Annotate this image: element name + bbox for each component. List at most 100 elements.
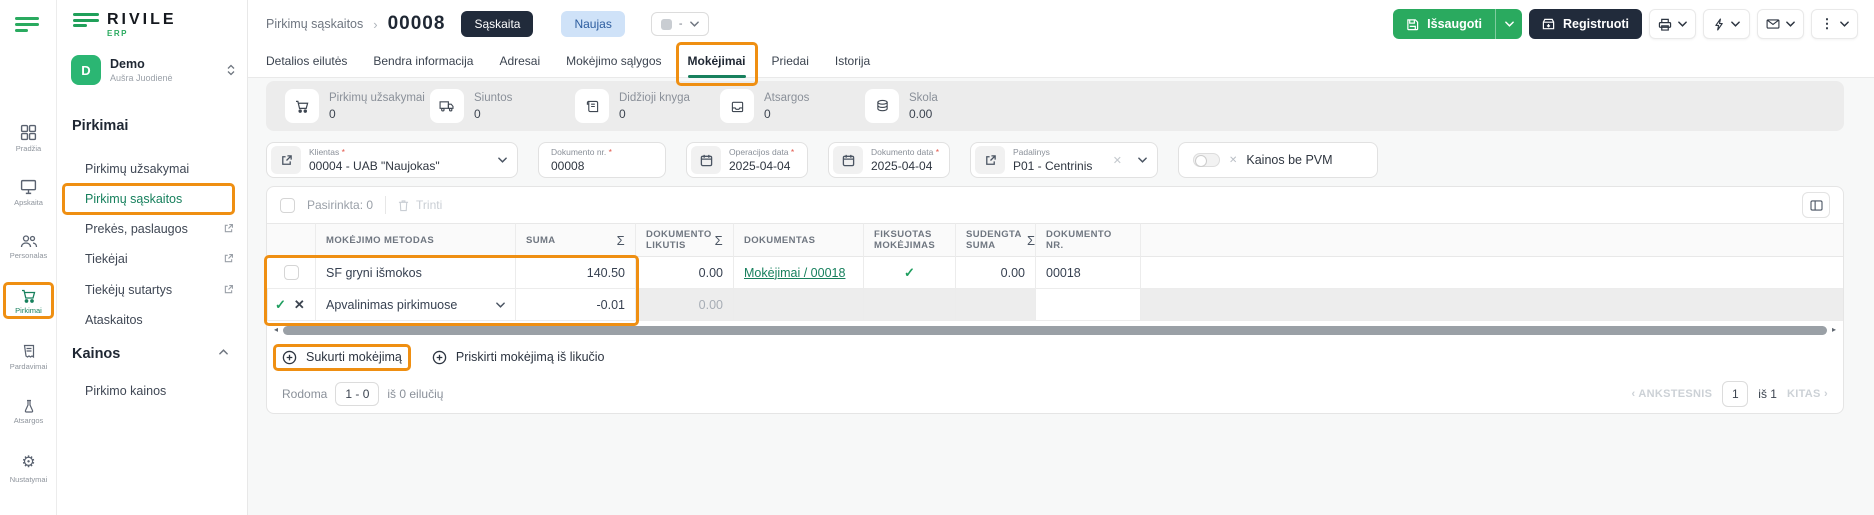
dokumento-data-field[interactable]: Dokumento data * 2025-04-04 [828, 142, 950, 178]
scroll-left-icon[interactable]: ◂ [274, 326, 278, 334]
register-button[interactable]: Registruoti [1529, 9, 1642, 39]
cell-value: -0.01 [596, 297, 626, 312]
tab-priedai[interactable]: Priedai [772, 46, 809, 78]
horizontal-scrollbar[interactable]: ◂ ▸ [267, 321, 1843, 339]
sidebar-item-pirkimu-saskaitos[interactable]: Pirkimų sąskaitos [57, 183, 248, 215]
rail-item-pradzia[interactable]: Pradžia [0, 124, 57, 153]
chevron-down-icon[interactable] [1138, 157, 1147, 163]
range-box: 1 - 0 [335, 382, 380, 406]
klientas-field[interactable]: Klientas * 00004 - UAB "Naujokas" [266, 142, 518, 178]
select-all-checkbox[interactable] [280, 197, 295, 213]
sum-icon[interactable]: Σ [709, 234, 723, 247]
operacijos-data-field[interactable]: Operacijos data * 2025-04-04 [686, 142, 808, 178]
create-payment-button[interactable]: Sukurti mokėjimą [273, 343, 411, 371]
save-dropdown-button[interactable] [1495, 9, 1523, 39]
more-options-dropdown-button[interactable]: ⋮ [1811, 9, 1858, 39]
padalinys-field[interactable]: Padalinys P01 - Centrinis ✕ [970, 142, 1158, 178]
tab-istorija[interactable]: Istorija [835, 46, 870, 78]
cancel-icon[interactable]: ✕ [294, 297, 305, 313]
scrollbar-thumb[interactable] [283, 325, 1827, 335]
stat-skola[interactable]: Skola 0.00 [865, 89, 938, 123]
nav-section-kainos[interactable]: Kainos [72, 346, 248, 362]
header-dokumentas[interactable]: DOKUMENTAS [733, 223, 863, 257]
kainos-be-pvm-toggle-card[interactable]: ✕ Kainos be PVM [1178, 142, 1378, 178]
header-mokejimo-metodas[interactable]: MOKĖJIMO METODAS [315, 223, 515, 257]
status-badge[interactable]: Naujas [561, 11, 625, 37]
tab-adresai[interactable]: Adresai [499, 46, 540, 78]
delete-button[interactable]: Trinti [398, 198, 442, 212]
cell-metodas[interactable]: SF gryni išmokos [315, 257, 515, 289]
save-button[interactable]: Išsaugoti [1393, 9, 1496, 39]
cell-fiksuotas[interactable]: ✓ [863, 257, 955, 289]
scroll-right-icon[interactable]: ▸ [1832, 326, 1836, 334]
header-dokumento-nr[interactable]: DOKUMENTO NR. [1035, 223, 1140, 257]
email-dropdown-button[interactable] [1757, 9, 1804, 39]
row-checkbox[interactable] [283, 265, 299, 280]
sidebar-item-pirkimu-uzsakymai[interactable]: Pirkimų užsakymai [57, 158, 248, 180]
cart-icon [19, 289, 39, 303]
dokumento-nr-field[interactable]: Dokumento nr. * 00008 [538, 142, 666, 178]
header-sudengta-suma[interactable]: SUDENGTA SUMA Σ [955, 223, 1035, 257]
tab-bendra-informacija[interactable]: Bendra informacija [373, 46, 473, 78]
sidebar-item-prekes-paslaugos[interactable]: Prekės, paslaugos [57, 218, 248, 240]
assign-payment-button[interactable]: Priskirti mokėjimą iš likučio [432, 350, 605, 365]
row-select-cell[interactable] [267, 257, 315, 289]
header-fiksuotas-mokejimas[interactable]: FIKSUOTAS MOKĖJIMAS [863, 223, 955, 257]
stat-atsargos[interactable]: Atsargos 0 [720, 89, 865, 123]
hamburger-menu-icon[interactable] [15, 17, 41, 35]
tab-mokejimo-salygos[interactable]: Mokėjimo sąlygos [566, 46, 661, 78]
toggle-off-icon[interactable] [1193, 153, 1220, 167]
sidebar-item-tiekeju-sutartys[interactable]: Tiekėjų sutartys [57, 279, 248, 301]
quick-actions-dropdown-button[interactable] [1703, 9, 1750, 39]
print-dropdown-button[interactable] [1649, 9, 1696, 39]
cell-dokumentas[interactable]: Mokėjimai / 00018 [733, 257, 863, 289]
debt-coins-icon [865, 89, 899, 123]
document-link[interactable]: Mokėjimai / 00018 [744, 266, 845, 280]
stat-didzioji-knyga[interactable]: Didžioji knyga 0 [575, 89, 720, 123]
breadcrumb-parent[interactable]: Pirkimų sąskaitos [266, 17, 363, 31]
sidebar-item-label: Ataskaitos [85, 313, 143, 327]
cell-suma-editor[interactable]: -0.01 [515, 289, 635, 321]
calendar-icon[interactable] [833, 146, 863, 174]
sidebar-item-tiekejai[interactable]: Tiekėjai [57, 248, 248, 270]
rail-item-apskaita[interactable]: Apskaita [0, 179, 57, 207]
sidebar-item-ataskaitos[interactable]: Ataskaitos [57, 309, 248, 331]
chevron-down-icon[interactable] [498, 157, 507, 163]
stat-siuntos[interactable]: Siuntos 0 [430, 89, 575, 123]
rail-item-nustatymai[interactable]: ⚙ Nustatymai [0, 454, 57, 484]
tab-detalios-eilutes[interactable]: Detalios eilutės [266, 46, 347, 78]
prev-page-button[interactable]: ‹ ANKSTESNIS [1631, 388, 1712, 400]
color-status-dropdown[interactable]: - [650, 12, 709, 36]
tab-mokejimai[interactable]: Mokėjimai [675, 42, 758, 86]
cell-dok-nr[interactable]: 00018 [1035, 257, 1140, 289]
sidebar-item-pirkimo-kainos[interactable]: Pirkimo kainos [57, 380, 248, 402]
sum-icon[interactable]: Σ [1021, 234, 1035, 247]
nav-section-pirkimai: Pirkimai [72, 118, 129, 134]
brand-logo[interactable]: RIVILE ERP [73, 12, 177, 38]
rail-item-pirkimai[interactable]: Pirkimai [0, 282, 57, 319]
sum-icon[interactable]: Σ [611, 234, 625, 247]
cell-sudengta[interactable]: 0.00 [955, 257, 1035, 289]
toggle-x-icon: ✕ [1229, 154, 1238, 166]
confirm-icon[interactable]: ✓ [275, 297, 286, 313]
next-page-button[interactable]: KITAS › [1787, 388, 1828, 400]
header-suma[interactable]: SUMA Σ [515, 223, 635, 257]
cell-dok-nr-input[interactable] [1035, 289, 1140, 321]
calendar-icon[interactable] [691, 146, 721, 174]
cell-likutis[interactable]: 0.00 [635, 257, 733, 289]
rail-item-atsargos[interactable]: Atsargos [0, 399, 57, 425]
rail-item-pardavimai[interactable]: Pardavimai [0, 344, 57, 371]
cell-metodas-editor[interactable]: Apvalinimas pirkimuose [315, 289, 515, 321]
header-dokumento-likutis[interactable]: DOKUMENTO LIKUTIS Σ [635, 223, 733, 257]
rail-item-personalas[interactable]: Personalas [0, 234, 57, 260]
cell-suma[interactable]: 140.50 [515, 257, 635, 289]
external-link-icon[interactable] [975, 146, 1005, 174]
column-settings-button[interactable] [1802, 192, 1830, 218]
stat-label: Skola [909, 91, 938, 104]
current-page-box[interactable]: 1 [1722, 381, 1749, 407]
stat-pirkimu-uzsakymai[interactable]: Pirkimų užsakymai 0 [285, 89, 430, 123]
account-switcher[interactable]: D Demo Aušra Juodienė [71, 55, 235, 85]
clear-icon[interactable]: ✕ [1113, 154, 1122, 167]
external-link-icon[interactable] [271, 146, 301, 174]
chevron-down-icon[interactable] [496, 301, 505, 308]
